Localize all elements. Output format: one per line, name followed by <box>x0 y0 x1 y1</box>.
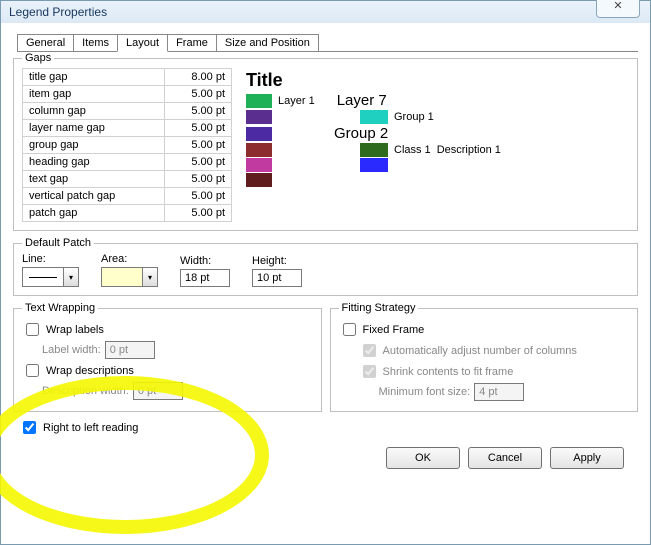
min-font-label: Minimum font size: <box>379 386 471 398</box>
swatch-icon <box>246 127 272 141</box>
tab-items[interactable]: Items <box>73 34 118 51</box>
cancel-button[interactable]: Cancel <box>468 447 542 469</box>
wrap-descriptions-label: Wrap descriptions <box>46 365 134 377</box>
preview-desc1: Description 1 <box>437 144 501 156</box>
tab-frame[interactable]: Frame <box>167 34 217 51</box>
gaps-group: Gaps title gap8.00 pt item gap5.00 pt co… <box>13 52 638 231</box>
label-width-input <box>105 341 155 359</box>
description-width-label: Description width: <box>42 385 129 397</box>
apply-button[interactable]: Apply <box>550 447 624 469</box>
description-width-input <box>133 382 183 400</box>
width-input[interactable] <box>180 269 230 287</box>
line-style-picker[interactable] <box>22 267 64 287</box>
ok-button[interactable]: OK <box>386 447 460 469</box>
fixed-frame-label: Fixed Frame <box>363 324 425 336</box>
chevron-down-icon[interactable]: ▾ <box>143 267 158 287</box>
table-row: layer name gap5.00 pt <box>23 120 232 137</box>
chevron-down-icon[interactable]: ▾ <box>64 267 79 287</box>
tab-strip: General Items Layout Frame Size and Posi… <box>17 33 638 52</box>
swatch-icon <box>246 158 272 172</box>
table-row: title gap8.00 pt <box>23 69 232 86</box>
preview-title: Title <box>246 70 501 91</box>
wrap-labels-checkbox[interactable] <box>26 323 39 336</box>
default-patch-legend: Default Patch <box>22 237 94 249</box>
tab-general[interactable]: General <box>17 34 74 51</box>
height-label: Height: <box>252 255 302 267</box>
line-label: Line: <box>22 253 79 265</box>
gaps-legend: Gaps <box>22 52 54 64</box>
rtl-checkbox[interactable] <box>23 421 36 434</box>
min-font-input <box>474 383 524 401</box>
legend-preview: Title Layer 1 Layer 7 Group 1 <box>246 68 501 188</box>
auto-columns-label: Automatically adjust number of columns <box>383 345 577 357</box>
wrap-descriptions-checkbox[interactable] <box>26 364 39 377</box>
table-row: vertical patch gap5.00 pt <box>23 188 232 205</box>
area-label: Area: <box>101 253 158 265</box>
fitting-strategy-group: Fitting Strategy Fixed Frame Automatical… <box>330 302 639 412</box>
swatch-icon <box>246 110 272 124</box>
swatch-icon <box>246 173 272 187</box>
wrap-labels-label: Wrap labels <box>46 324 104 336</box>
shrink-contents-checkbox <box>363 365 376 378</box>
table-row: patch gap5.00 pt <box>23 205 232 222</box>
legend-properties-dialog: Legend Properties ✕ General Items Layout… <box>0 0 651 545</box>
fitting-strategy-legend: Fitting Strategy <box>339 302 419 314</box>
auto-columns-checkbox <box>363 344 376 357</box>
close-icon: ✕ <box>613 0 622 12</box>
title-bar: Legend Properties ✕ <box>1 1 650 23</box>
default-patch-group: Default Patch Line: ▾ Area: ▾ <box>13 237 638 296</box>
tab-size-position[interactable]: Size and Position <box>216 34 319 51</box>
text-wrapping-group: Text Wrapping Wrap labels Label width: W… <box>13 302 322 412</box>
gaps-table: title gap8.00 pt item gap5.00 pt column … <box>22 68 232 222</box>
preview-layer1: Layer 1 <box>278 95 315 107</box>
label-width-label: Label width: <box>42 344 101 356</box>
swatch-icon <box>246 143 272 157</box>
table-row: heading gap5.00 pt <box>23 154 232 171</box>
fixed-frame-checkbox[interactable] <box>343 323 356 336</box>
preview-layer7: Layer 7 <box>337 92 387 109</box>
swatch-icon <box>360 110 388 124</box>
swatch-icon <box>360 143 388 157</box>
width-label: Width: <box>180 255 230 267</box>
preview-group2: Group 2 <box>334 125 388 142</box>
window-title: Legend Properties <box>9 5 107 19</box>
preview-class1: Class 1 <box>394 144 431 156</box>
area-style-picker[interactable] <box>101 267 143 287</box>
height-input[interactable] <box>252 269 302 287</box>
tab-layout[interactable]: Layout <box>117 34 168 52</box>
shrink-contents-label: Shrink contents to fit frame <box>383 366 514 378</box>
swatch-icon <box>246 94 272 108</box>
table-row: group gap5.00 pt <box>23 137 232 154</box>
table-row: text gap5.00 pt <box>23 171 232 188</box>
close-button[interactable]: ✕ <box>596 0 640 18</box>
swatch-icon <box>360 158 388 172</box>
text-wrapping-legend: Text Wrapping <box>22 302 98 314</box>
table-row: column gap5.00 pt <box>23 103 232 120</box>
table-row: item gap5.00 pt <box>23 86 232 103</box>
preview-group1: Group 1 <box>394 111 434 123</box>
rtl-label: Right to left reading <box>43 422 138 434</box>
